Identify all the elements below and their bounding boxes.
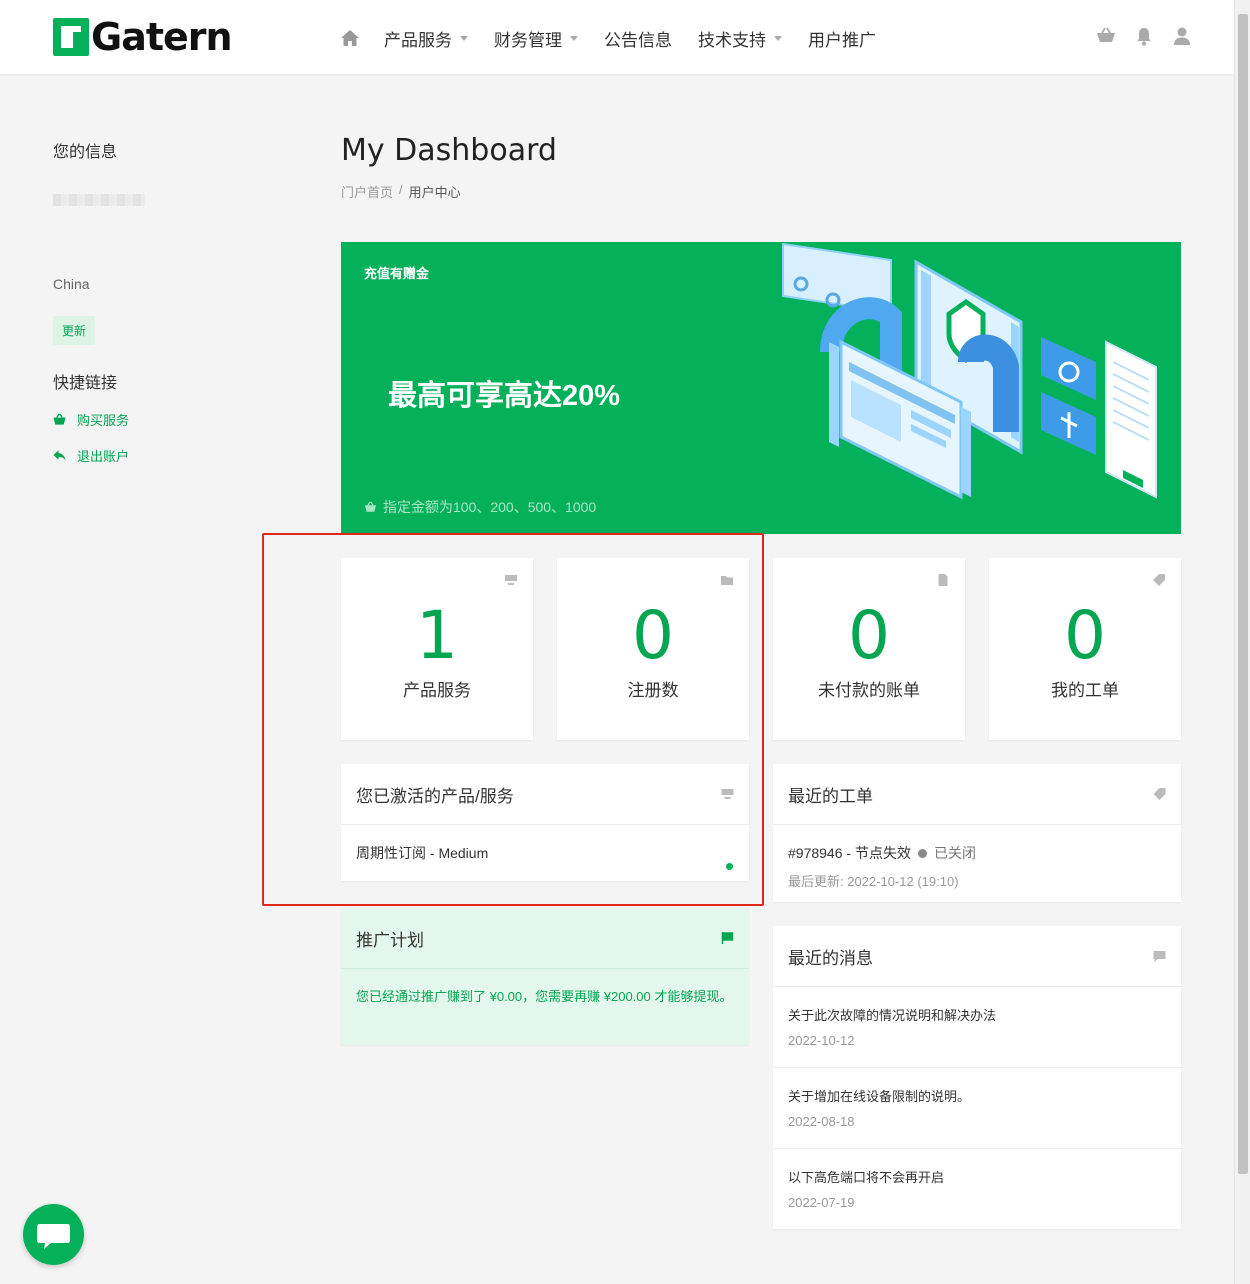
reply-icon xyxy=(53,450,66,461)
your-info-title: 您的信息 xyxy=(53,144,118,161)
main-nav: 产品服务 财务管理 公告信息 技术支持 用户推广 xyxy=(340,24,902,52)
news-item[interactable]: 关于此次故障的情况说明和解决办法 2022-10-12 xyxy=(773,987,1181,1068)
chevron-down-icon xyxy=(774,35,782,41)
document-icon xyxy=(938,574,948,586)
highlight-box xyxy=(262,533,764,906)
user-icon[interactable] xyxy=(1172,26,1192,46)
ticket-item[interactable]: #978946 - 节点失效 已关闭 最后更新: 2022-10-12 (19:… xyxy=(773,825,1181,908)
page-title: My Dashboard xyxy=(341,133,557,168)
basket-icon xyxy=(53,413,66,425)
news-date: 2022-10-12 xyxy=(788,1033,855,1048)
nav-item-support[interactable]: 技术支持 xyxy=(698,26,782,51)
status-dot xyxy=(917,848,927,858)
panel-title: 最近的工单 xyxy=(788,786,873,806)
news-title: 以下高危端口将不会再开启 xyxy=(788,1170,945,1185)
banner-tag: 充值有赠金 xyxy=(364,266,430,281)
stat-value: 0 xyxy=(1064,597,1106,674)
redacted-user-info xyxy=(53,194,145,206)
breadcrumb-current: 用户中心 xyxy=(408,185,461,200)
header-actions xyxy=(1096,26,1192,46)
comment-icon xyxy=(1153,951,1166,962)
panel-header: 推广计划 xyxy=(341,908,749,969)
news-date: 2022-08-18 xyxy=(788,1114,855,1129)
stat-value: 0 xyxy=(848,597,890,674)
brand-logo[interactable]: Gatern xyxy=(53,15,233,59)
breadcrumb-separator: / xyxy=(399,182,403,197)
panel-title: 推广计划 xyxy=(356,930,424,950)
quick-link-order[interactable]: 购买服务 xyxy=(53,410,293,429)
nav-item-announcements[interactable]: 公告信息 xyxy=(604,26,672,51)
quick-links-title: 快捷链接 xyxy=(53,375,118,392)
basket-icon[interactable] xyxy=(1096,26,1116,46)
nav-item-billing[interactable]: 财务管理 xyxy=(494,26,578,51)
tag-icon xyxy=(1153,788,1166,800)
chat-icon xyxy=(37,1224,70,1249)
scrollbar-thumb[interactable] xyxy=(1238,14,1248,1174)
sidebar: 您的信息 China 更新 快捷链接 购买服务 退出账户 xyxy=(53,132,293,465)
top-header: Gatern 产品服务 财务管理 公告信息 技术支持 用户推广 xyxy=(0,0,1234,74)
ticket-last-updated: 最后更新: 2022-10-12 (19:10) xyxy=(788,874,959,889)
bell-icon[interactable] xyxy=(1134,26,1154,46)
recent-tickets-panel: 最近的工单 #978946 - 节点失效 已关闭 最后更新: 2022-10-1… xyxy=(773,764,1181,902)
panel-title: 最近的消息 xyxy=(788,948,873,968)
news-item[interactable]: 关于增加在线设备限制的说明。 2022-08-18 xyxy=(773,1068,1181,1149)
logo-mark-icon xyxy=(53,18,89,56)
stat-label: 未付款的账单 xyxy=(818,681,920,700)
news-title: 关于增加在线设备限制的说明。 xyxy=(788,1089,971,1104)
user-country: China xyxy=(53,276,90,292)
update-info-button[interactable]: 更新 xyxy=(53,316,96,345)
basket-icon xyxy=(364,501,377,512)
chevron-down-icon xyxy=(570,35,578,41)
quick-link-logout[interactable]: 退出账户 xyxy=(53,446,293,465)
recent-news-panel: 最近的消息 关于此次故障的情况说明和解决办法 2022-10-12 关于增加在线… xyxy=(773,926,1181,1229)
stat-label: 我的工单 xyxy=(1051,681,1119,700)
stat-card-tickets[interactable]: 0 我的工单 xyxy=(989,558,1181,740)
stat-card-unpaid-invoices[interactable]: 0 未付款的账单 xyxy=(773,558,965,740)
panel-header: 最近的消息 xyxy=(773,926,1181,987)
affiliate-panel: 推广计划 您已经通过推广赚到了 ¥0.00，您需要再赚 ¥200.00 才能够提… xyxy=(341,908,749,1045)
live-chat-button[interactable] xyxy=(23,1204,84,1265)
panel-header: 最近的工单 xyxy=(773,764,1181,825)
news-item[interactable]: 以下高危端口将不会再开启 2022-07-19 xyxy=(773,1149,1181,1230)
news-title: 关于此次故障的情况说明和解决办法 xyxy=(788,1008,997,1023)
nav-item-affiliates[interactable]: 用户推广 xyxy=(808,26,876,51)
ticket-title: #978946 - 节点失效 xyxy=(788,845,911,861)
flag-icon xyxy=(721,932,734,944)
page-scrollbar[interactable] xyxy=(1234,0,1250,1284)
breadcrumb-home[interactable]: 门户首页 xyxy=(341,182,393,201)
home-icon[interactable] xyxy=(340,28,360,48)
news-date: 2022-07-19 xyxy=(788,1195,855,1210)
banner-note: 指定金额为100、200、500、1000 xyxy=(364,497,596,517)
chevron-down-icon xyxy=(460,35,468,41)
banner-illustration xyxy=(782,242,1157,500)
banner-headline: 最高可享高达20% xyxy=(388,380,621,412)
brand-name: Gatern xyxy=(91,15,233,59)
ticket-status: 已关闭 xyxy=(933,845,976,861)
tag-icon xyxy=(1153,574,1165,586)
nav-item-products[interactable]: 产品服务 xyxy=(384,26,468,51)
affiliate-text: 您已经通过推广赚到了 ¥0.00，您需要再赚 ¥200.00 才能够提现。 xyxy=(356,989,733,1004)
breadcrumb: 门户首页 / 用户中心 xyxy=(341,182,461,201)
promo-banner[interactable]: 充值有赠金 最高可享高达20% 指定金额为100、200、500、1000 xyxy=(341,242,1181,534)
